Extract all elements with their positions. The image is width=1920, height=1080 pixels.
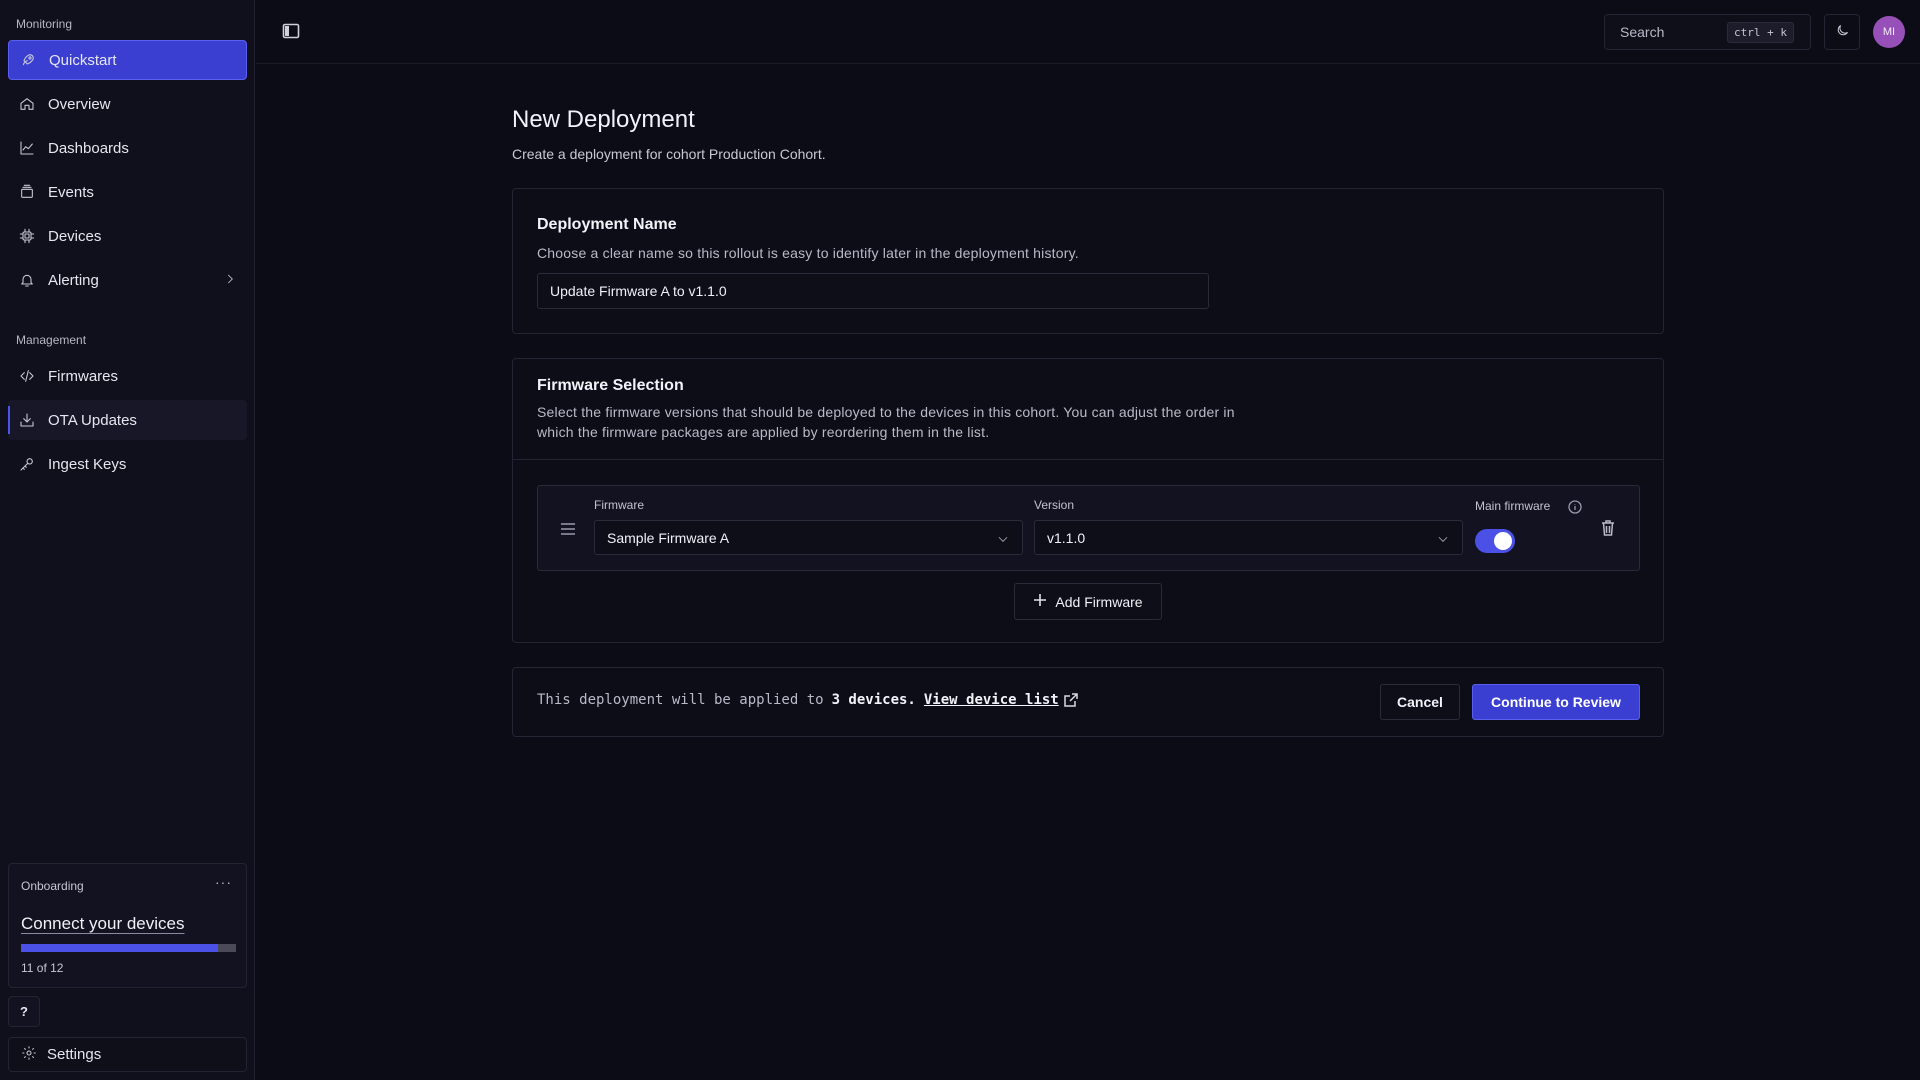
sidebar-item-label: Overview — [48, 95, 111, 113]
chart-line-icon — [18, 139, 36, 157]
description-line: Select the firmware versions that should… — [537, 404, 1235, 420]
search-placeholder: Search — [1620, 24, 1665, 40]
trash-icon[interactable] — [1601, 520, 1615, 540]
avatar[interactable]: MI — [1873, 16, 1905, 48]
sidebar-item-label: Alerting — [48, 271, 99, 289]
key-icon — [18, 455, 36, 473]
external-link-icon — [1063, 693, 1078, 707]
sidebar-item-label: Quickstart — [49, 51, 117, 69]
info-icon[interactable] — [1568, 500, 1582, 518]
section-label-management: Management — [16, 333, 87, 347]
bell-icon — [18, 271, 36, 289]
onboarding-count: 11 of 12 — [21, 961, 64, 975]
topbar: Search ctrl + k MI — [256, 0, 1920, 64]
sidebar-item-events[interactable]: Events — [8, 172, 247, 212]
section-label-monitoring: Monitoring — [16, 17, 73, 31]
add-firmware-button[interactable]: Add Firmware — [1014, 583, 1162, 620]
firmware-row: Firmware Sample Firmware A Version v1.1.… — [537, 485, 1640, 571]
sidebar-item-ota-updates[interactable]: OTA Updates — [8, 400, 247, 440]
version-select[interactable]: v1.1.0 — [1034, 520, 1463, 555]
sidebar-item-dashboards[interactable]: Dashboards — [8, 128, 247, 168]
onboarding-title: Onboarding — [21, 879, 84, 893]
deployment-name-input[interactable]: Update Firmware A to v1.1.0 — [537, 273, 1209, 309]
settings-button[interactable]: Settings — [8, 1037, 247, 1072]
sidebar-item-label: Firmwares — [48, 367, 118, 385]
sidebar-item-label: Ingest Keys — [48, 455, 127, 473]
chevron-down-icon — [996, 532, 1010, 549]
sidebar-item-label: Dashboards — [48, 139, 129, 157]
version-select-value: v1.1.0 — [1047, 529, 1086, 546]
chip-icon — [18, 227, 36, 245]
help-button[interactable]: ? — [8, 996, 40, 1027]
plus-icon — [1033, 593, 1047, 610]
view-device-list-link[interactable]: View device list — [924, 692, 1059, 708]
onboarding-card: Onboarding ··· Connect your devices 11 o… — [8, 863, 247, 988]
sidebar-item-overview[interactable]: Overview — [8, 84, 247, 124]
continue-to-review-button[interactable]: Continue to Review — [1472, 684, 1640, 720]
firmware-selection-title: Firmware Selection — [537, 377, 684, 394]
deployment-summary-text: This deployment will be applied to 3 dev… — [537, 692, 1078, 708]
gear-icon — [21, 1045, 37, 1065]
sidebar-item-label: Devices — [48, 227, 102, 245]
settings-label: Settings — [47, 1046, 102, 1063]
summary-prefix: This deployment will be applied to — [537, 692, 824, 708]
firmware-select-value: Sample Firmware A — [607, 529, 730, 546]
code-icon — [18, 367, 36, 385]
theme-toggle-button[interactable] — [1824, 14, 1860, 50]
rocket-icon — [19, 51, 37, 69]
deployment-name-description: Choose a clear name so this rollout is e… — [537, 245, 1079, 261]
deployment-summary-card: This deployment will be applied to 3 dev… — [512, 667, 1664, 737]
sidebar-item-firmwares[interactable]: Firmwares — [8, 356, 247, 396]
onboarding-heading-link[interactable]: Connect your devices — [21, 914, 184, 934]
deployment-name-card: Deployment Name Choose a clear name so t… — [512, 188, 1664, 334]
drag-handle-icon[interactable] — [560, 522, 576, 540]
toggle-knob — [1494, 532, 1512, 550]
page-subtitle: Create a deployment for cohort Productio… — [512, 146, 826, 162]
firmware-selection-description: Select the firmware versions that should… — [537, 402, 1235, 442]
sidebar-toggle-icon[interactable] — [282, 22, 300, 40]
download-icon — [18, 411, 36, 429]
moon-icon — [1835, 23, 1850, 42]
onboarding-progress-bar — [21, 944, 236, 952]
firmware-selection-card: Firmware Selection Select the firmware v… — [512, 358, 1664, 643]
sidebar-item-alerting[interactable]: Alerting — [8, 260, 247, 300]
chevron-right-icon — [223, 272, 237, 290]
add-firmware-label: Add Firmware — [1055, 593, 1143, 610]
device-count: 3 devices. — [831, 692, 916, 708]
sidebar-item-label: OTA Updates — [48, 411, 137, 429]
stack-icon — [18, 183, 36, 201]
sidebar: Monitoring Quickstart Overview Dashboard… — [0, 0, 255, 1080]
onboarding-progress-fill — [21, 944, 219, 952]
page-title: New Deployment — [512, 106, 695, 133]
version-label: Version — [1034, 498, 1075, 512]
sidebar-item-quickstart[interactable]: Quickstart — [8, 40, 247, 80]
deployment-name-title: Deployment Name — [537, 216, 677, 233]
firmware-select[interactable]: Sample Firmware A — [594, 520, 1023, 555]
sidebar-item-label: Events — [48, 183, 94, 201]
divider — [513, 459, 1663, 460]
sidebar-item-devices[interactable]: Devices — [8, 216, 247, 256]
description-line: which the firmware packages are applied … — [537, 424, 990, 440]
firmware-label: Firmware — [594, 498, 644, 512]
sidebar-item-ingest-keys[interactable]: Ingest Keys — [8, 444, 247, 484]
main-firmware-toggle[interactable] — [1475, 529, 1515, 553]
cancel-button[interactable]: Cancel — [1380, 684, 1460, 720]
shortcut-hint: ctrl + k — [1727, 22, 1794, 43]
more-options-icon[interactable]: ··· — [215, 874, 232, 890]
search-input[interactable]: Search ctrl + k — [1604, 14, 1811, 50]
home-icon — [18, 95, 36, 113]
main-firmware-label: Main firmware — [1475, 499, 1551, 513]
chevron-down-icon — [1436, 532, 1450, 549]
